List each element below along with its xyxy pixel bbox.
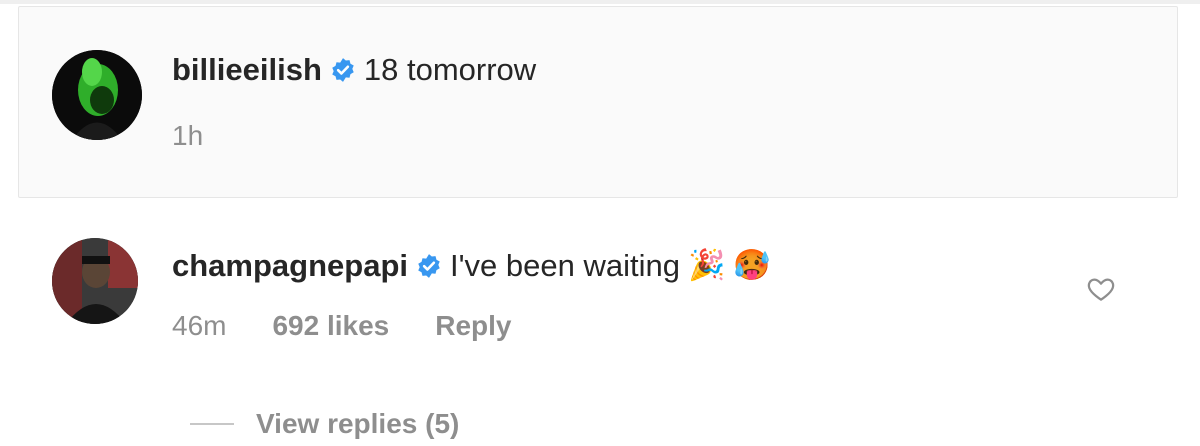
top-divider — [0, 0, 1200, 4]
comment-likes[interactable]: 692 likes — [272, 310, 389, 342]
avatar-billieeilish[interactable] — [52, 50, 142, 140]
verified-badge-icon — [418, 254, 440, 278]
caption-line: billieeilish 18 tomorrow — [172, 52, 536, 88]
party-popper-emoji: 🎉 — [687, 249, 726, 282]
comment-username[interactable]: champagnepapi — [172, 248, 408, 284]
hot-face-emoji: 🥵 — [733, 249, 771, 282]
comment-text: I've been waiting — [450, 248, 680, 283]
caption-card — [18, 6, 1178, 198]
avatar-image — [52, 50, 142, 140]
avatar-image — [52, 238, 138, 324]
verified-badge-icon — [332, 58, 354, 82]
comment-timestamp: 46m — [172, 310, 227, 341]
caption-meta: 1h — [172, 120, 203, 152]
view-replies-label: View replies (5) — [256, 408, 460, 439]
heart-outline-icon[interactable] — [1086, 274, 1116, 304]
avatar-champagnepapi[interactable] — [52, 238, 138, 324]
caption-timestamp: 1h — [172, 120, 204, 151]
view-replies-divider — [190, 423, 234, 425]
caption-text: 18 tomorrow — [363, 52, 537, 87]
comment-meta: 46m 692 likes Reply — [172, 310, 512, 342]
reply-button[interactable]: Reply — [435, 310, 511, 342]
caption-username[interactable]: billieeilish — [172, 52, 322, 88]
view-replies-button[interactable]: View replies (5) — [190, 408, 459, 440]
comment-line: champagnepapi I've been waiting 🎉 🥵 — [172, 248, 771, 284]
